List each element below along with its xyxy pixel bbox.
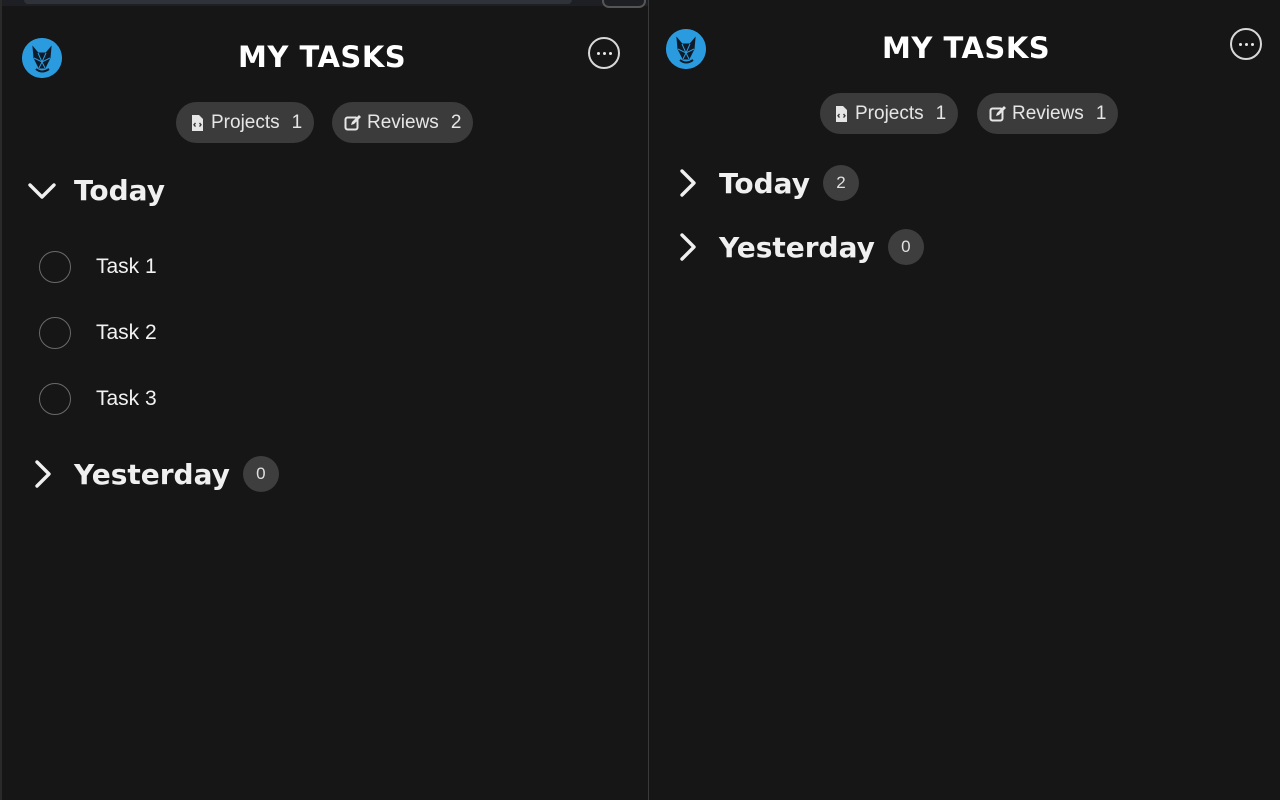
reviews-button[interactable]: Reviews 2: [332, 102, 474, 143]
edit-icon: [344, 114, 362, 132]
section-yesterday-label: Yesterday: [719, 230, 875, 264]
chevron-right-icon: [671, 231, 703, 263]
file-code-icon: [188, 114, 206, 132]
screen: MY TASKS Projects 1 Reviews 2 Today Task…: [0, 0, 1280, 800]
address-bar-edge: [24, 0, 572, 4]
reviews-button[interactable]: Reviews 1: [977, 93, 1119, 134]
reviews-label: Reviews: [367, 111, 439, 133]
reviews-count: 1: [1095, 102, 1107, 124]
section-yesterday-label: Yesterday: [74, 457, 230, 491]
task-panel-right: MY TASKS Projects 1 Reviews 1 Today 2 Ye…: [649, 0, 1280, 800]
section-yesterday-count: 0: [242, 456, 279, 492]
ellipsis-dot: [608, 51, 612, 55]
page-title: MY TASKS: [882, 31, 1051, 65]
reviews-label: Reviews: [1012, 102, 1084, 124]
ellipsis-icon: [1238, 42, 1242, 46]
more-options-button[interactable]: [1230, 28, 1262, 60]
section-yesterday[interactable]: Yesterday 0: [671, 229, 924, 265]
projects-label: Projects: [211, 111, 280, 133]
task-label: Task 1: [96, 255, 157, 278]
projects-count: 1: [291, 111, 303, 133]
task-item: Task 2: [39, 317, 157, 349]
fox-logo-icon: [666, 29, 706, 69]
projects-button[interactable]: Projects 1: [176, 102, 315, 143]
task-panel-left: MY TASKS Projects 1 Reviews 2 Today Task…: [0, 0, 648, 800]
window-control-edge: [602, 0, 646, 8]
section-today[interactable]: Today: [26, 174, 165, 207]
section-today-label: Today: [719, 166, 810, 200]
task-checkbox[interactable]: [39, 251, 71, 283]
task-checkbox[interactable]: [39, 383, 71, 415]
chevron-right-icon: [26, 458, 58, 490]
projects-count: 1: [935, 102, 947, 124]
section-yesterday[interactable]: Yesterday 0: [26, 456, 279, 492]
reviews-count: 2: [450, 111, 462, 133]
task-item: Task 1: [39, 251, 157, 283]
section-today-label: Today: [74, 174, 165, 207]
ellipsis-dot: [1244, 42, 1248, 46]
chevron-down-icon: [26, 175, 58, 207]
more-options-button[interactable]: [588, 37, 620, 69]
task-item: Task 3: [39, 383, 157, 415]
section-today[interactable]: Today 2: [671, 165, 859, 201]
section-today-count: 2: [822, 165, 859, 201]
task-label: Task 3: [96, 387, 157, 410]
projects-button[interactable]: Projects 1: [820, 93, 959, 134]
edit-icon: [989, 105, 1007, 123]
file-code-icon: [832, 105, 850, 123]
ellipsis-dot: [602, 51, 606, 55]
task-label: Task 2: [96, 321, 157, 344]
section-yesterday-count: 0: [887, 229, 924, 265]
ellipsis-dot: [1250, 42, 1254, 46]
browser-top-edge: [2, 0, 648, 8]
projects-label: Projects: [855, 102, 924, 124]
task-checkbox[interactable]: [39, 317, 71, 349]
ellipsis-icon: [596, 51, 600, 55]
page-title: MY TASKS: [238, 40, 407, 74]
fox-logo-icon: [22, 38, 62, 78]
chevron-right-icon: [671, 167, 703, 199]
